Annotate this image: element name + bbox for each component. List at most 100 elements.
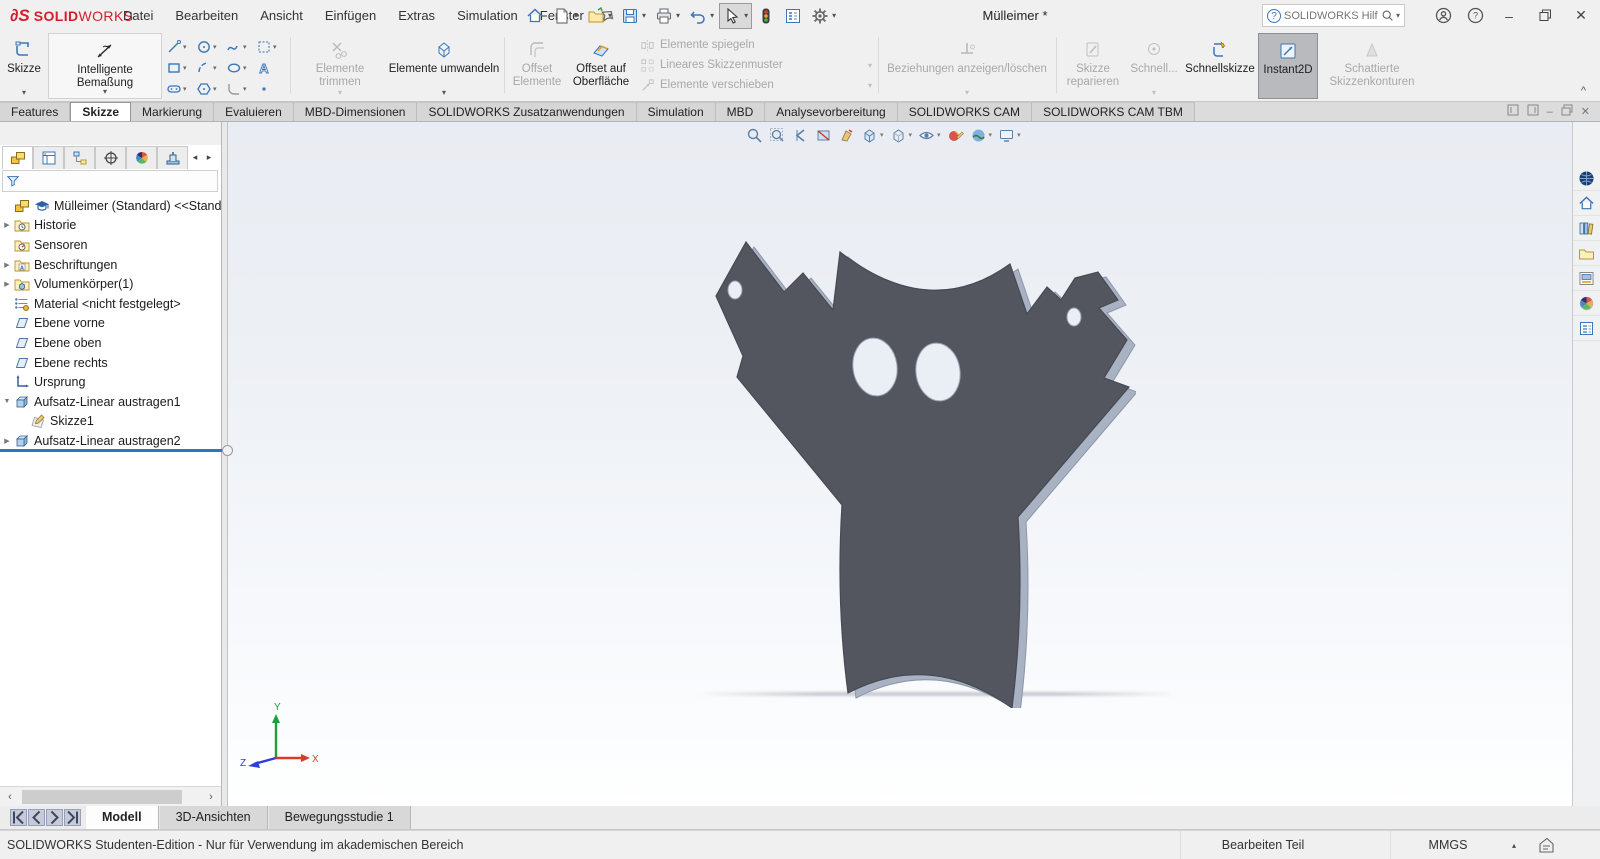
- slot-tool-button[interactable]: ▾: [166, 78, 196, 99]
- chevron-down-icon[interactable]: ▾: [2, 88, 46, 97]
- nav-next-button[interactable]: [46, 809, 63, 826]
- chevron-down-icon[interactable]: ▾: [243, 85, 247, 93]
- doc-close-icon[interactable]: ✕: [1581, 105, 1590, 118]
- chevron-down-icon[interactable]: ▾: [608, 11, 612, 20]
- instant2d-button[interactable]: Instant2D: [1258, 33, 1318, 99]
- offset-on-surface-button[interactable]: Offset auf Oberfläche: [566, 33, 636, 99]
- help-icon[interactable]: ?: [1462, 3, 1488, 29]
- tree-item-ebene-vorne[interactable]: Ebene vorne: [0, 314, 221, 334]
- quick-snaps-button[interactable]: Schnell... ▾: [1128, 33, 1180, 99]
- chevron-down-icon[interactable]: ▾: [574, 11, 578, 20]
- tree-item-ebene-oben[interactable]: Ebene oben: [0, 333, 221, 353]
- trim-entities-button[interactable]: Elemente trimmen ▾: [296, 33, 384, 99]
- file-explorer-tab[interactable]: [1573, 241, 1600, 266]
- chevron-down-icon[interactable]: ▾: [213, 85, 217, 93]
- zoom-area-button[interactable]: [766, 124, 789, 146]
- expander-down-icon[interactable]: ▼: [0, 398, 14, 405]
- expander-right-icon[interactable]: ▶: [0, 437, 14, 445]
- tree-item-aufsatz-linear-austragen1[interactable]: ▼Aufsatz-Linear austragen1: [0, 392, 221, 412]
- repair-sketch-button[interactable]: Skizze reparieren: [1060, 33, 1126, 99]
- tab-features[interactable]: Features: [0, 102, 70, 121]
- chevron-down-icon[interactable]: ▾: [989, 131, 993, 139]
- tree-item-sensoren[interactable]: Sensoren: [0, 235, 221, 255]
- print-button[interactable]: ▾: [651, 3, 684, 29]
- tab-mbd-dimensionen[interactable]: MBD-Dimensionen: [294, 102, 418, 121]
- design-library-tab[interactable]: [1573, 216, 1600, 241]
- tree-item-historie[interactable]: ▶Historie: [0, 216, 221, 236]
- home-tab[interactable]: [1573, 191, 1600, 216]
- panel-splitter[interactable]: [222, 122, 228, 806]
- chevron-down-icon[interactable]: ▾: [213, 43, 217, 51]
- previous-view-button[interactable]: [789, 124, 812, 146]
- pane-left-icon[interactable]: [1507, 104, 1519, 119]
- view-orientation-button[interactable]: ▾: [858, 124, 887, 146]
- spline-tool-button[interactable]: ▾: [226, 36, 256, 57]
- cam-tree-tab[interactable]: [157, 146, 188, 169]
- chevron-down-icon[interactable]: ▾: [183, 43, 187, 51]
- tree-item-m-lleimer-standard-standard[interactable]: Mülleimer (Standard) <<Standard: [0, 196, 221, 216]
- undo-button[interactable]: ▾: [685, 3, 718, 29]
- settings-gear-button[interactable]: ▾: [807, 3, 840, 29]
- tab-mbd[interactable]: MBD: [716, 102, 766, 121]
- sketch-button[interactable]: Skizze ▾: [2, 33, 46, 99]
- select-cursor-button[interactable]: ▾: [719, 3, 752, 29]
- tree-item-skizze1[interactable]: Skizze1: [0, 412, 221, 432]
- edit-appearance-button[interactable]: [944, 124, 967, 146]
- chevron-down-icon[interactable]: ▾: [710, 11, 714, 20]
- custom-properties-tab[interactable]: [1573, 316, 1600, 341]
- text-tool-button[interactable]: A: [256, 57, 286, 78]
- chevron-down-icon[interactable]: ▾: [1017, 131, 1021, 139]
- featuremanager-tab[interactable]: [2, 146, 33, 169]
- close-button[interactable]: ✕: [1566, 2, 1596, 30]
- menu-ansicht[interactable]: Ansicht: [249, 0, 314, 31]
- help-search-box[interactable]: ? ▾: [1262, 4, 1405, 27]
- menu-einfügen[interactable]: Einfügen: [314, 0, 387, 31]
- display-delete-relations-button[interactable]: Beziehungen anzeigen/löschen ▾: [884, 33, 1050, 99]
- tree-item-material-nicht-festgelegt-[interactable]: Material <nicht festgelegt>: [0, 294, 221, 314]
- tree-filter-box[interactable]: [2, 170, 218, 192]
- graphics-viewport[interactable]: ▾▾▾▾▾ Y: [228, 122, 1572, 806]
- appearances-tab[interactable]: [1573, 291, 1600, 316]
- rebuild-traffic-light-button[interactable]: [753, 3, 779, 29]
- shaded-sketch-contours-button[interactable]: Schattierte Skizzenkonturen: [1322, 33, 1422, 99]
- chevron-down-icon[interactable]: ▾: [388, 88, 500, 97]
- expander-right-icon[interactable]: ▶: [0, 280, 14, 288]
- apply-scene-button[interactable]: ▾: [967, 124, 996, 146]
- chevron-down-icon[interactable]: ▾: [744, 11, 748, 20]
- tab-evaluieren[interactable]: Evaluieren: [214, 102, 294, 121]
- tab-solidworks-cam-tbm[interactable]: SOLIDWORKS CAM TBM: [1032, 102, 1195, 121]
- tab-markierung[interactable]: Markierung: [131, 102, 214, 121]
- search-input[interactable]: [1281, 10, 1381, 22]
- section-view-button[interactable]: [812, 124, 835, 146]
- chevron-down-icon[interactable]: ▾: [909, 131, 913, 139]
- propertymanager-tab[interactable]: [33, 146, 64, 169]
- panel-scroll-right-icon[interactable]: ▸: [202, 146, 216, 169]
- search-dropdown-icon[interactable]: ▾: [1396, 11, 1400, 20]
- smart-dimension-button[interactable]: Intelligente Bemaßung ▾: [48, 33, 162, 99]
- convert-entities-button[interactable]: Elemente umwandeln ▾: [388, 33, 500, 99]
- chevron-down-icon[interactable]: ▾: [243, 64, 247, 72]
- doc-minimize-icon[interactable]: –: [1547, 106, 1553, 118]
- scroll-right-icon[interactable]: ›: [203, 789, 219, 805]
- view-palette-tab[interactable]: [1573, 266, 1600, 291]
- menu-datei[interactable]: Datei: [112, 0, 164, 31]
- tab-solidworks-zusatzanwendungen[interactable]: SOLIDWORKS Zusatzanwendungen: [417, 102, 636, 121]
- chevron-down-icon[interactable]: ▾: [183, 85, 187, 93]
- fillet-tool-button[interactable]: ▾: [226, 78, 256, 99]
- nav-last-button[interactable]: [64, 809, 81, 826]
- bottom-tab-bewegungsstudie-1[interactable]: Bewegungsstudie 1: [268, 806, 411, 829]
- bottom-tab-3d-ansichten[interactable]: 3D-Ansichten: [159, 806, 268, 829]
- rollback-grip[interactable]: [222, 445, 233, 456]
- chevron-down-icon[interactable]: ▾: [937, 131, 941, 139]
- scroll-left-icon[interactable]: ‹: [2, 789, 18, 805]
- tree-item-ursprung[interactable]: Ursprung: [0, 372, 221, 392]
- configurationmanager-tab[interactable]: [64, 146, 95, 169]
- point-tool-button[interactable]: [256, 78, 286, 99]
- chevron-down-icon[interactable]: ▾: [49, 87, 161, 96]
- arc-tool-button[interactable]: ▾: [196, 57, 226, 78]
- chevron-down-icon[interactable]: ▾: [183, 64, 187, 72]
- search-icon[interactable]: [1381, 9, 1394, 22]
- chevron-down-icon[interactable]: ▾: [880, 131, 884, 139]
- chevron-down-icon[interactable]: ▾: [676, 11, 680, 20]
- panel-scroll-left-icon[interactable]: ◂: [188, 146, 202, 169]
